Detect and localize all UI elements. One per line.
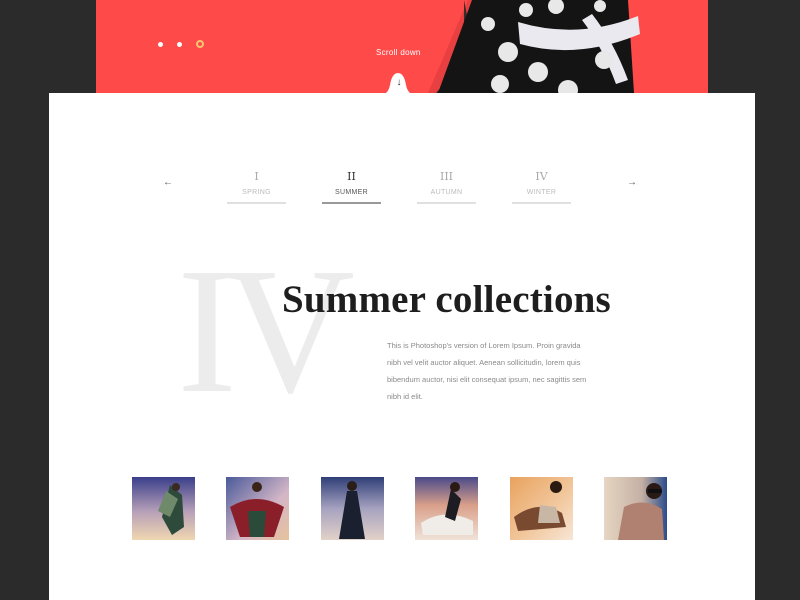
tab-underline: [227, 202, 286, 204]
slider-dots: [158, 40, 204, 48]
arrow-down-icon[interactable]: ↓: [395, 78, 403, 88]
tab-winter[interactable]: IV WINTER: [512, 169, 571, 204]
gallery-thumb[interactable]: [510, 477, 573, 540]
season-label: SUMMER: [335, 189, 368, 196]
season-numeral: I: [254, 170, 259, 183]
background-numeral: IV: [177, 231, 355, 430]
gallery-thumb[interactable]: [604, 477, 667, 540]
arrow-left-icon[interactable]: ←: [163, 177, 173, 188]
tab-underline: [417, 202, 476, 204]
season-numeral: III: [439, 170, 454, 183]
slider-dot-active[interactable]: [196, 40, 204, 48]
tab-summer[interactable]: II SUMMER: [322, 169, 381, 204]
season-numeral: II: [347, 170, 356, 183]
season-tabs: I SPRING II SUMMER III AUTUMN IV WINTER: [227, 169, 571, 204]
hero-model-image: [428, 0, 708, 93]
collection-description: This is Photoshop's version of Lorem Ips…: [387, 341, 587, 401]
gallery-thumb[interactable]: [226, 477, 289, 540]
collection-title: Summer collections: [282, 278, 611, 321]
slider-dot[interactable]: [158, 41, 163, 47]
gallery-thumb[interactable]: [321, 477, 384, 540]
scroll-down-label: Scroll down: [376, 48, 421, 57]
arrow-right-icon[interactable]: →: [627, 177, 637, 188]
season-numeral: IV: [535, 170, 548, 183]
gallery-thumb[interactable]: [132, 477, 195, 540]
gallery: [132, 477, 668, 540]
content-card: ↓ ← I SPRING II SUMMER III AUTUMN IV WIN…: [49, 73, 755, 600]
tab-underline: [512, 202, 571, 204]
season-label: SPRING: [242, 189, 271, 196]
gallery-thumb[interactable]: [415, 477, 478, 540]
season-label: AUTUMN: [430, 189, 463, 196]
tab-spring[interactable]: I SPRING: [227, 169, 286, 204]
slider-dot[interactable]: [177, 41, 182, 47]
tab-autumn[interactable]: III AUTUMN: [417, 169, 476, 204]
tab-underline: [322, 202, 381, 204]
season-label: WINTER: [526, 189, 557, 196]
